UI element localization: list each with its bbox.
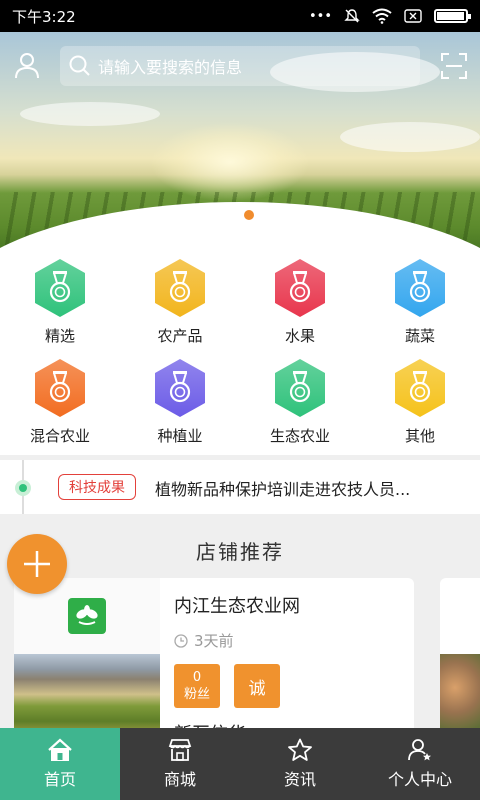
- shop-time-text: 3天前: [194, 632, 234, 650]
- category-item[interactable]: 其他: [360, 355, 480, 455]
- category-label: 农产品: [157, 327, 203, 345]
- medal-icon: [272, 257, 328, 319]
- medal-icon: [32, 257, 88, 319]
- category-label: 其他: [404, 427, 435, 445]
- shop-card-info: 内江生态农业网 3天前 0 粉丝 诚 新互信华: [174, 578, 414, 738]
- category-item[interactable]: 水果: [240, 255, 360, 355]
- fans-badge: 0 粉丝: [174, 664, 220, 708]
- nav-label: 个人中心: [387, 770, 452, 789]
- nav-news[interactable]: 资讯: [240, 728, 360, 800]
- medal-icon: [152, 357, 208, 419]
- user-star-icon: [408, 739, 431, 761]
- nav-profile[interactable]: 个人中心: [360, 728, 480, 800]
- category-label: 混合农业: [29, 427, 90, 445]
- shop-image: [14, 654, 160, 738]
- medal-icon: [392, 357, 448, 419]
- shop-logo: [68, 598, 106, 634]
- medal-icon: [272, 357, 328, 419]
- category-label: 种植业: [157, 427, 203, 445]
- news-ticker[interactable]: 科技成果 植物新品种保护培训走进农技人员...: [0, 460, 480, 514]
- category-item[interactable]: 精选: [0, 255, 120, 355]
- category-label: 水果: [284, 327, 315, 345]
- news-tag: 科技成果: [58, 474, 136, 500]
- fans-label: 粉丝: [183, 687, 210, 702]
- nav-store[interactable]: 商城: [120, 728, 240, 800]
- scan-button[interactable]: [440, 52, 468, 80]
- medal-icon: [32, 357, 88, 419]
- category-item[interactable]: 蔬菜: [360, 255, 480, 355]
- shop-card-peek[interactable]: [440, 578, 480, 738]
- medal-icon: [392, 257, 448, 319]
- status-icons: •••: [308, 8, 471, 24]
- star-icon: [288, 738, 312, 761]
- category-item[interactable]: 生态农业: [240, 355, 360, 455]
- category-grid: 精选 农产品 水果 蔬菜混合农业 种植业 生态农业 其他: [0, 255, 480, 455]
- clock-icon: [174, 633, 188, 648]
- pagination-dot[interactable]: [228, 210, 238, 220]
- home-icon: [48, 738, 72, 761]
- shop-name[interactable]: 内江生态农业网: [174, 592, 300, 618]
- search-icon: [69, 55, 90, 76]
- nav-label: 首页: [43, 770, 76, 789]
- shop-card[interactable]: 内江生态农业网 3天前 0 粉丝 诚 新互信华: [14, 578, 414, 738]
- banner-pagination: [228, 210, 254, 220]
- category-label: 生态农业: [269, 427, 330, 445]
- timeline-dot: [15, 480, 31, 496]
- leaf-logo-icon: [76, 605, 98, 625]
- wifi-icon: [372, 8, 392, 24]
- shop-time: 3天前: [174, 630, 234, 651]
- top-bar: 请输入要搜索的信息: [0, 44, 480, 88]
- bottom-nav: 首页 商城 资讯 个人中心: [0, 728, 480, 800]
- category-label: 精选: [44, 327, 75, 345]
- store-icon: [168, 739, 192, 761]
- nav-label: 商城: [163, 770, 196, 789]
- fans-count: 0: [192, 670, 202, 685]
- plus-icon: [24, 551, 50, 577]
- scan-icon: [441, 53, 467, 79]
- add-button[interactable]: [7, 534, 67, 594]
- search-input[interactable]: 请输入要搜索的信息: [60, 46, 420, 86]
- user-button[interactable]: [12, 50, 42, 80]
- section-title: 店铺推荐: [196, 540, 284, 564]
- integrity-badge: 诚: [234, 664, 280, 708]
- category-item[interactable]: 种植业: [120, 355, 240, 455]
- sim-icon: [404, 9, 422, 23]
- category-item[interactable]: 混合农业: [0, 355, 120, 455]
- shop-image: [440, 654, 480, 738]
- news-headline[interactable]: 植物新品种保护培训走进农技人员...: [155, 476, 410, 500]
- category-item[interactable]: 农产品: [120, 255, 240, 355]
- search-placeholder: 请输入要搜索的信息: [98, 58, 243, 77]
- pagination-dot-active[interactable]: [244, 210, 254, 220]
- status-time: 下午3:22: [12, 7, 76, 26]
- status-bar: 下午3:22 •••: [0, 0, 480, 32]
- more-dots-icon: •••: [308, 8, 332, 24]
- shop-card-media: [14, 578, 160, 738]
- nav-label: 资讯: [283, 770, 316, 789]
- medal-icon: [152, 257, 208, 319]
- mute-icon: [344, 9, 360, 23]
- category-label: 蔬菜: [404, 327, 435, 345]
- battery-icon: [434, 9, 471, 23]
- nav-home[interactable]: 首页: [0, 728, 120, 800]
- user-icon: [15, 53, 39, 79]
